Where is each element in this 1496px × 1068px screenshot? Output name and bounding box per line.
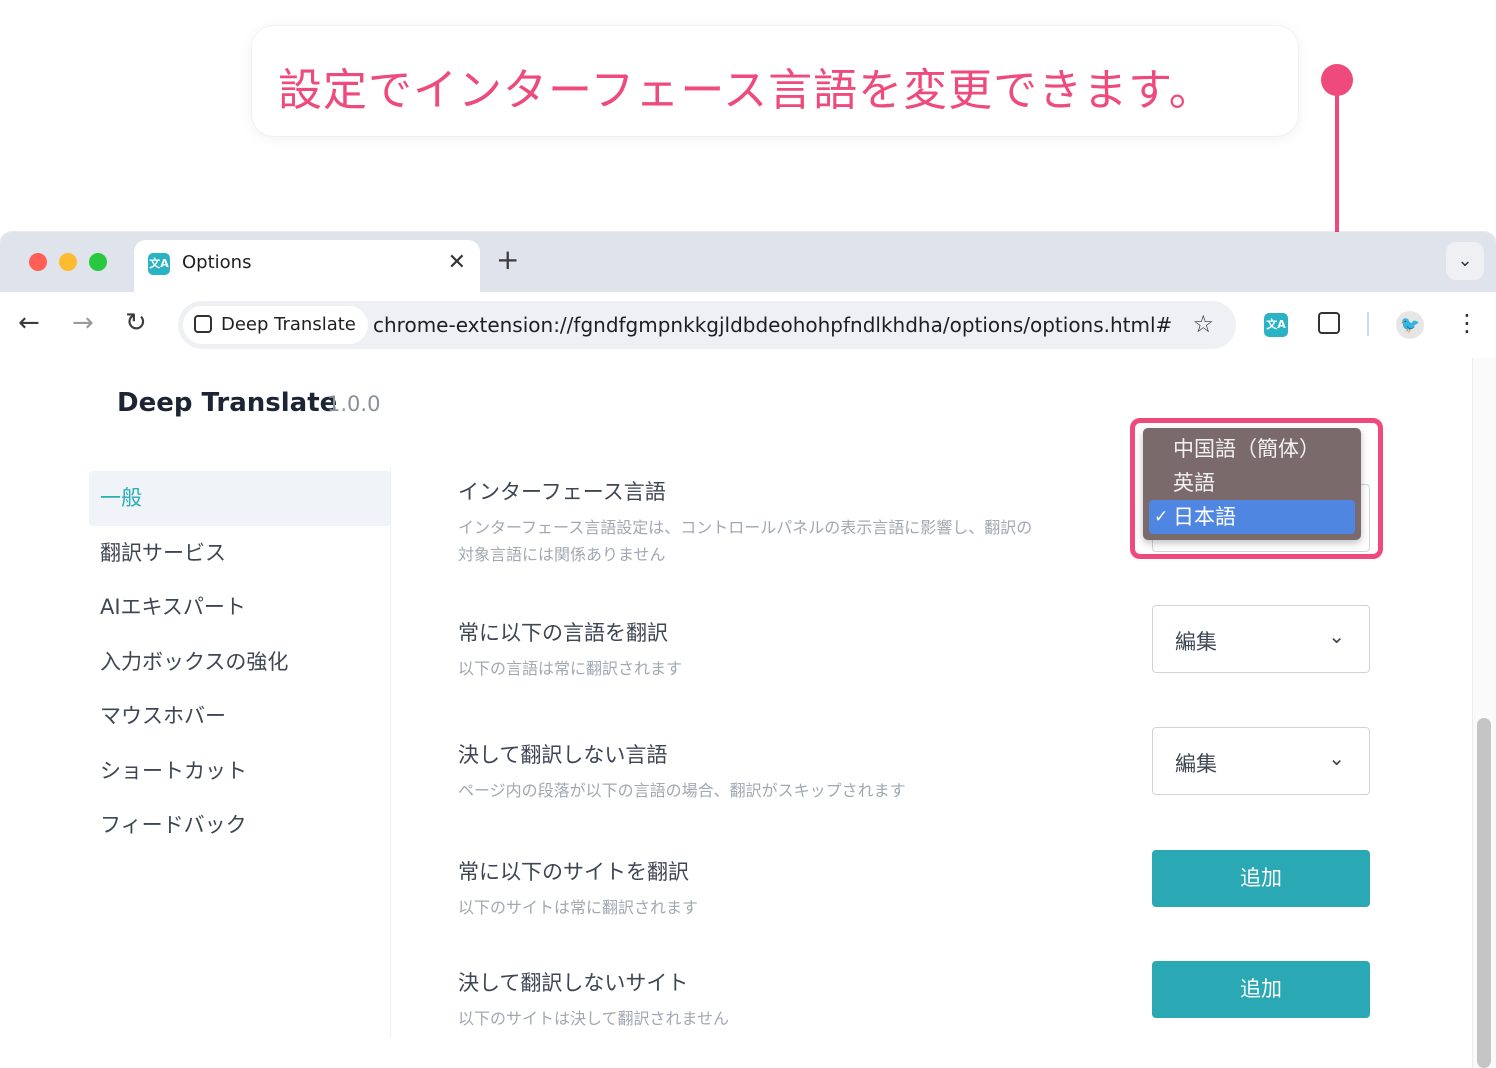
toolbar-divider	[1367, 312, 1369, 336]
browser-menu-icon[interactable]: ⋮	[1455, 309, 1479, 337]
puzzle-icon	[194, 315, 212, 333]
setting-title: 常に以下のサイトを翻訳	[458, 860, 689, 884]
setting-title: 決して翻訳しない言語	[458, 743, 668, 767]
setting-never-translate-languages: 決して翻訳しない言語 ページ内の段落が以下の言語の場合、翻訳がスキップされます	[458, 739, 906, 804]
always-translate-languages-edit[interactable]: 編集 ⌄	[1152, 605, 1370, 673]
maximize-window-button[interactable]	[89, 253, 107, 271]
translate-icon: 文A	[148, 253, 170, 275]
translate-extension-icon[interactable]: 文A	[1264, 313, 1288, 337]
tab-options[interactable]: 文A Options ✕	[134, 240, 480, 292]
select-value: 編集	[1175, 630, 1217, 654]
app-version: 1.0.0	[327, 392, 381, 416]
setting-description: ページ内の段落が以下の言語の場合、翻訳がスキップされます	[458, 781, 906, 800]
sidebar-item-general[interactable]: 一般	[89, 471, 391, 526]
new-tab-button[interactable]: +	[496, 245, 519, 275]
tab-search-button[interactable]: ⌄	[1446, 242, 1484, 280]
extension-origin-label: Deep Translate	[221, 314, 356, 335]
setting-always-translate-languages: 常に以下の言語を翻訳 以下の言語は常に翻訳されます	[458, 617, 682, 682]
app-name: Deep Translate	[117, 388, 338, 418]
chevron-down-icon: ⌄	[1457, 250, 1473, 271]
sidebar-item-ai-expert[interactable]: AIエキスパート	[89, 580, 391, 635]
extension-origin-chip[interactable]: Deep Translate	[183, 306, 368, 344]
setting-always-translate-sites: 常に以下のサイトを翻訳 以下のサイトは常に翻訳されます	[458, 856, 698, 921]
setting-description: 以下のサイトは常に翻訳されます	[458, 898, 699, 917]
reload-button[interactable]: ↻	[125, 308, 147, 338]
profile-avatar[interactable]: 🐦	[1396, 311, 1424, 339]
callout-pointer-dot	[1321, 64, 1353, 96]
add-never-translate-site-button[interactable]: 追加	[1152, 961, 1370, 1018]
setting-description-line: 対象言語には関係ありません	[458, 545, 666, 564]
close-window-button[interactable]	[29, 253, 47, 271]
setting-description: 以下のサイトは決して翻訳されません	[458, 1009, 730, 1028]
settings-sidebar: 一般 翻訳サービス AIエキスパート 入力ボックスの強化 マウスホバー ショート…	[89, 471, 391, 853]
page-scrollbar-thumb[interactable]	[1477, 718, 1491, 1068]
sidebar-divider	[390, 468, 391, 1038]
extensions-puzzle-icon[interactable]	[1318, 312, 1340, 334]
sidebar-item-mouse-hover[interactable]: マウスホバー	[89, 689, 391, 744]
setting-title: 決して翻訳しないサイト	[458, 971, 689, 995]
setting-interface-language: インターフェース言語 インターフェース言語設定は、コントロールパネルの表示言語に…	[458, 476, 1032, 568]
minimize-window-button[interactable]	[59, 253, 77, 271]
browser-window: 文A Options ✕ + ⌄ ← → ↻ Deep Translate ch…	[0, 232, 1496, 1068]
never-translate-languages-edit[interactable]: 編集 ⌄	[1152, 727, 1370, 795]
close-tab-icon[interactable]: ✕	[448, 250, 466, 276]
back-button[interactable]: ←	[18, 308, 40, 338]
callout-text: 設定でインターフェース言語を変更できます。	[278, 65, 1214, 116]
tab-title: Options	[182, 252, 252, 273]
forward-button[interactable]: →	[72, 308, 94, 338]
setting-title: 常に以下の言語を翻訳	[458, 621, 668, 645]
setting-description-line: インターフェース言語設定は、コントロールパネルの表示言語に影響し、翻訳の	[458, 518, 1033, 537]
sidebar-item-shortcuts[interactable]: ショートカット	[89, 744, 391, 799]
highlight-frame	[1130, 418, 1383, 559]
chevron-down-icon: ⌄	[1328, 746, 1345, 770]
sidebar-item-translation-services[interactable]: 翻訳サービス	[89, 526, 391, 581]
select-value: 編集	[1175, 752, 1217, 776]
setting-title: インターフェース言語	[458, 480, 666, 504]
callout-bubble: 設定でインターフェース言語を変更できます。	[252, 26, 1298, 136]
browser-toolbar: ← → ↻ Deep Translate chrome-extension://…	[0, 292, 1496, 358]
setting-never-translate-sites: 決して翻訳しないサイト 以下のサイトは決して翻訳されません	[458, 967, 729, 1032]
setting-description: インターフェース言語設定は、コントロールパネルの表示言語に影響し、翻訳の 対象言…	[458, 514, 1032, 568]
address-bar[interactable]: Deep Translate chrome-extension://fgndfg…	[178, 301, 1236, 349]
url-text[interactable]: chrome-extension://fgndfgmpnkkgjldbdeoho…	[373, 313, 1173, 337]
bookmark-star-icon[interactable]: ☆	[1192, 310, 1214, 338]
setting-description: 以下の言語は常に翻訳されます	[458, 659, 683, 678]
tab-bar: 文A Options ✕ + ⌄	[0, 232, 1496, 292]
chevron-down-icon: ⌄	[1328, 624, 1345, 648]
sidebar-item-feedback[interactable]: フィードバック	[89, 798, 391, 853]
sidebar-item-input-box[interactable]: 入力ボックスの強化	[89, 635, 391, 690]
add-always-translate-site-button[interactable]: 追加	[1152, 850, 1370, 907]
